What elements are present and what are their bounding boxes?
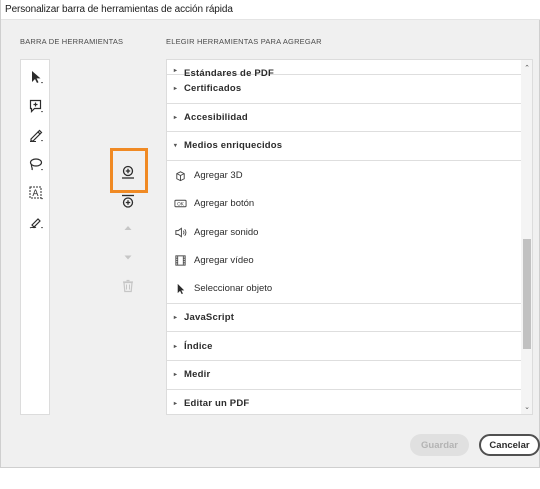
- toolbar-section-label: BARRA DE HERRAMIENTAS: [20, 37, 124, 46]
- speaker-icon: [167, 226, 193, 239]
- ok-button-icon: OK: [167, 197, 193, 210]
- scroll-down-arrow-icon[interactable]: ⌄: [521, 402, 532, 414]
- caret-right-icon: ▸: [173, 372, 178, 379]
- group-row-editar-pdf[interactable]: ▸ Editar un PDF: [167, 390, 521, 414]
- add-separator-icon[interactable]: [118, 191, 138, 211]
- caret-right-icon: ▸: [173, 114, 178, 121]
- available-tools-list: ▸ Estándares de PDF ▸ Certificados ▸ Acc…: [166, 59, 533, 415]
- customize-toolbar-dialog: Personalizar barra de herramientas de ac…: [0, 0, 540, 468]
- tool-label: Agregar 3D: [194, 169, 243, 181]
- trash-icon[interactable]: [118, 276, 138, 296]
- title-bar: Personalizar barra de herramientas de ac…: [1, 0, 540, 20]
- cube-icon: [167, 169, 193, 182]
- caret-right-icon: ▸: [173, 343, 178, 350]
- save-button[interactable]: Guardar: [410, 434, 469, 456]
- film-icon: [167, 254, 193, 267]
- group-label: Editar un PDF: [184, 397, 250, 409]
- text-box-icon[interactable]: A: [27, 184, 45, 202]
- caret-right-icon: ▸: [173, 400, 178, 407]
- scrollbar-thumb[interactable]: [523, 239, 531, 349]
- list-scrollbar[interactable]: ⌃ ⌄: [521, 60, 532, 414]
- tool-item-agregar-boton[interactable]: OK Agregar botón: [167, 189, 521, 218]
- svg-text:OK: OK: [177, 202, 185, 208]
- group-row-indice[interactable]: ▸ Índice: [167, 332, 521, 361]
- tool-item-agregar-video[interactable]: Agregar vídeo: [167, 247, 521, 276]
- caret-right-icon: ▸: [173, 315, 178, 322]
- move-up-icon[interactable]: [118, 218, 138, 238]
- tool-item-agregar-3d[interactable]: Agregar 3D: [167, 161, 521, 190]
- lasso-draw-icon[interactable]: [27, 155, 45, 173]
- add-comment-icon[interactable]: [27, 97, 45, 115]
- group-label: Accesibilidad: [184, 111, 248, 123]
- group-label: Índice: [184, 340, 213, 352]
- cancel-button[interactable]: Cancelar: [479, 434, 540, 456]
- caret-down-icon: ▾: [173, 143, 178, 150]
- sign-pen-icon[interactable]: [27, 213, 45, 231]
- svg-text:A: A: [32, 189, 39, 199]
- tool-item-agregar-sonido[interactable]: Agregar sonido: [167, 218, 521, 247]
- group-row-accesibilidad[interactable]: ▸ Accesibilidad: [167, 104, 521, 133]
- group-row-medios-enriquecidos[interactable]: ▾ Medios enriquecidos: [167, 132, 521, 161]
- scroll-up-arrow-icon[interactable]: ⌃: [521, 63, 532, 75]
- tool-item-seleccionar-objeto[interactable]: Seleccionar objeto: [167, 275, 521, 304]
- choose-tools-section-label: ELEGIR HERRAMIENTAS PARA AGREGAR: [166, 37, 322, 46]
- move-down-icon[interactable]: [118, 247, 138, 267]
- tool-label: Seleccionar objeto: [194, 283, 273, 295]
- dialog-title: Personalizar barra de herramientas de ac…: [5, 4, 233, 15]
- group-row-javascript[interactable]: ▸ JavaScript: [167, 304, 521, 333]
- select-arrow-icon[interactable]: [27, 68, 45, 86]
- group-label: Medir: [184, 369, 211, 381]
- highlight-pen-icon[interactable]: [27, 126, 45, 144]
- caret-right-icon: ▸: [173, 86, 178, 93]
- group-row-estandares-pdf[interactable]: ▸ Estándares de PDF: [167, 60, 521, 79]
- current-toolbar-list: A: [20, 59, 50, 415]
- group-row-certificados[interactable]: ▸ Certificados: [167, 75, 521, 104]
- group-label: Medios enriquecidos: [184, 140, 283, 152]
- tool-label: Agregar sonido: [194, 226, 259, 238]
- caret-right-icon: ▸: [173, 68, 178, 74]
- tool-label: Agregar botón: [194, 198, 255, 210]
- group-label: JavaScript: [184, 312, 235, 324]
- group-label: Certificados: [184, 83, 242, 95]
- add-to-toolbar-icon[interactable]: [118, 162, 138, 182]
- tool-label: Agregar vídeo: [194, 255, 254, 267]
- pointer-icon: [167, 282, 193, 295]
- group-row-medir[interactable]: ▸ Medir: [167, 361, 521, 390]
